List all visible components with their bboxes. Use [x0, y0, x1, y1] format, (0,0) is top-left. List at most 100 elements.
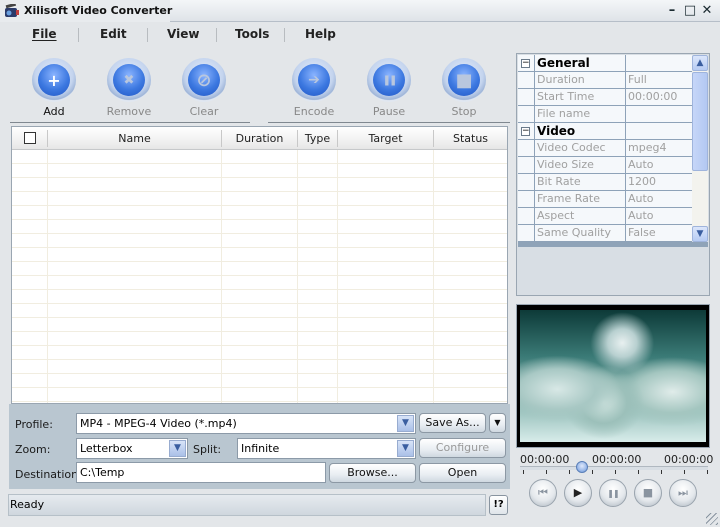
profile-label: Profile:: [15, 418, 53, 431]
menu-separator: [78, 28, 79, 42]
toolbar-divider: [268, 122, 510, 123]
seek-tick: [661, 470, 662, 474]
seek-tick: [615, 470, 616, 474]
pause-button-ring: ❚❚: [367, 58, 411, 102]
property-row[interactable]: Aspect Auto: [518, 208, 692, 225]
property-value[interactable]: [626, 106, 692, 123]
panel-splitter[interactable]: [518, 242, 708, 247]
stop-icon: ■: [448, 64, 480, 96]
property-row[interactable]: File name: [518, 106, 692, 123]
property-value[interactable]: Full: [626, 72, 692, 89]
close-button[interactable]: ✕: [699, 3, 715, 19]
time-current: 00:00:00: [592, 453, 642, 466]
grid-column-line: [47, 150, 48, 403]
column-type[interactable]: Type: [298, 127, 337, 150]
property-row[interactable]: Duration Full: [518, 72, 692, 89]
grid-row-line: [12, 331, 507, 332]
encode-label: Encode: [293, 105, 335, 118]
select-all-checkbox[interactable]: [24, 132, 36, 144]
property-row[interactable]: Frame Rate Auto: [518, 191, 692, 208]
property-row[interactable]: Same Quality False: [518, 225, 692, 242]
add-button[interactable]: + Add: [30, 58, 78, 118]
column-target[interactable]: Target: [338, 127, 433, 150]
split-select[interactable]: Infinite ▼: [237, 438, 416, 459]
menu-edit-label: Edit: [100, 27, 127, 41]
configure-button[interactable]: Configure: [419, 438, 506, 458]
column-duration[interactable]: Duration: [222, 127, 297, 150]
column-name[interactable]: Name: [48, 127, 221, 150]
property-grid[interactable]: − General Duration Full Start Time 00:00:00 Fi…: [518, 55, 692, 242]
seek-tick: [707, 470, 708, 474]
property-value[interactable]: Auto: [626, 157, 692, 174]
clear-label: Clear: [189, 105, 219, 118]
collapse-icon[interactable]: −: [521, 59, 530, 68]
seek-tick: [684, 470, 685, 474]
property-value[interactable]: Auto: [626, 208, 692, 225]
property-row[interactable]: Video Codec mpeg4: [518, 140, 692, 157]
collapse-icon[interactable]: −: [521, 127, 530, 136]
help-button[interactable]: !?: [489, 495, 508, 515]
seek-tick: [638, 470, 639, 474]
next-button[interactable]: ⏭: [669, 479, 697, 507]
pause-button[interactable]: ❚❚: [599, 479, 627, 507]
seek-tick: [523, 470, 524, 474]
previous-button[interactable]: ⏮: [529, 479, 557, 507]
skip-forward-icon: ⏭: [678, 486, 688, 499]
property-value[interactable]: 1200: [626, 174, 692, 191]
chevron-down-icon[interactable]: ▼: [397, 415, 414, 432]
grid-row-line: [12, 219, 507, 220]
maximize-button[interactable]: □: [682, 3, 698, 19]
play-button[interactable]: ▶: [564, 479, 592, 507]
property-row[interactable]: Video Size Auto: [518, 157, 692, 174]
destination-input[interactable]: C:\Temp: [76, 462, 326, 483]
menu-help[interactable]: Help: [305, 27, 336, 41]
seek-slider-knob[interactable]: [576, 461, 589, 473]
scroll-thumb[interactable]: [692, 72, 708, 171]
seek-slider[interactable]: [520, 466, 708, 470]
status-text: Ready: [10, 498, 45, 511]
property-value[interactable]: mpeg4: [626, 140, 692, 157]
save-as-dropdown-button[interactable]: ▼: [489, 413, 506, 433]
app-logo-icon: [5, 4, 19, 17]
stop-button[interactable]: ■: [634, 479, 662, 507]
remove-button[interactable]: ✖ Remove: [105, 58, 153, 118]
clear-button[interactable]: ⊘ Clear: [180, 58, 228, 118]
property-value[interactable]: Auto: [626, 191, 692, 208]
pause-icon: ❚❚: [373, 64, 405, 96]
browse-button[interactable]: Browse...: [329, 463, 416, 483]
chevron-down-icon[interactable]: ▼: [397, 440, 414, 457]
property-category-value: [626, 55, 692, 72]
grid-row-line: [12, 303, 507, 304]
menu-file[interactable]: File: [32, 27, 57, 41]
time-start: 00:00:00: [520, 453, 570, 466]
resize-grip[interactable]: [706, 513, 718, 525]
remove-label: Remove: [106, 105, 152, 118]
profile-select[interactable]: MP4 - MPEG-4 Video (*.mp4) ▼: [76, 413, 416, 434]
property-row[interactable]: Start Time 00:00:00: [518, 89, 692, 106]
property-category-general[interactable]: − General: [518, 55, 692, 72]
stop-button[interactable]: ■ Stop: [440, 58, 488, 118]
property-name: Frame Rate: [534, 191, 626, 208]
open-button[interactable]: Open: [419, 463, 506, 483]
chevron-down-icon[interactable]: ▼: [169, 440, 186, 457]
property-value[interactable]: False: [626, 225, 692, 242]
menu-view[interactable]: View: [167, 27, 199, 41]
scroll-down-arrow-icon[interactable]: ▼: [692, 226, 708, 242]
zoom-select[interactable]: Letterbox ▼: [76, 438, 188, 459]
encode-arrow-icon: ➔: [298, 64, 330, 96]
profile-value: MP4 - MPEG-4 Video (*.mp4): [80, 417, 237, 430]
property-value[interactable]: 00:00:00: [626, 89, 692, 106]
scroll-up-arrow-icon[interactable]: ▲: [692, 55, 708, 71]
pause-button[interactable]: ❚❚ Pause: [365, 58, 413, 118]
save-as-button[interactable]: Save As...: [419, 413, 486, 433]
property-scrollbar[interactable]: ▲ ▼: [692, 55, 708, 242]
minimize-button[interactable]: –: [664, 3, 680, 19]
encode-button[interactable]: ➔ Encode: [290, 58, 338, 118]
menu-edit[interactable]: Edit: [100, 27, 127, 41]
play-icon: ▶: [573, 486, 583, 499]
grid-row-line: [12, 261, 507, 262]
column-status[interactable]: Status: [434, 127, 507, 150]
menu-tools[interactable]: Tools: [235, 27, 269, 41]
property-row[interactable]: Bit Rate 1200: [518, 174, 692, 191]
property-category-video[interactable]: − Video: [518, 123, 692, 140]
